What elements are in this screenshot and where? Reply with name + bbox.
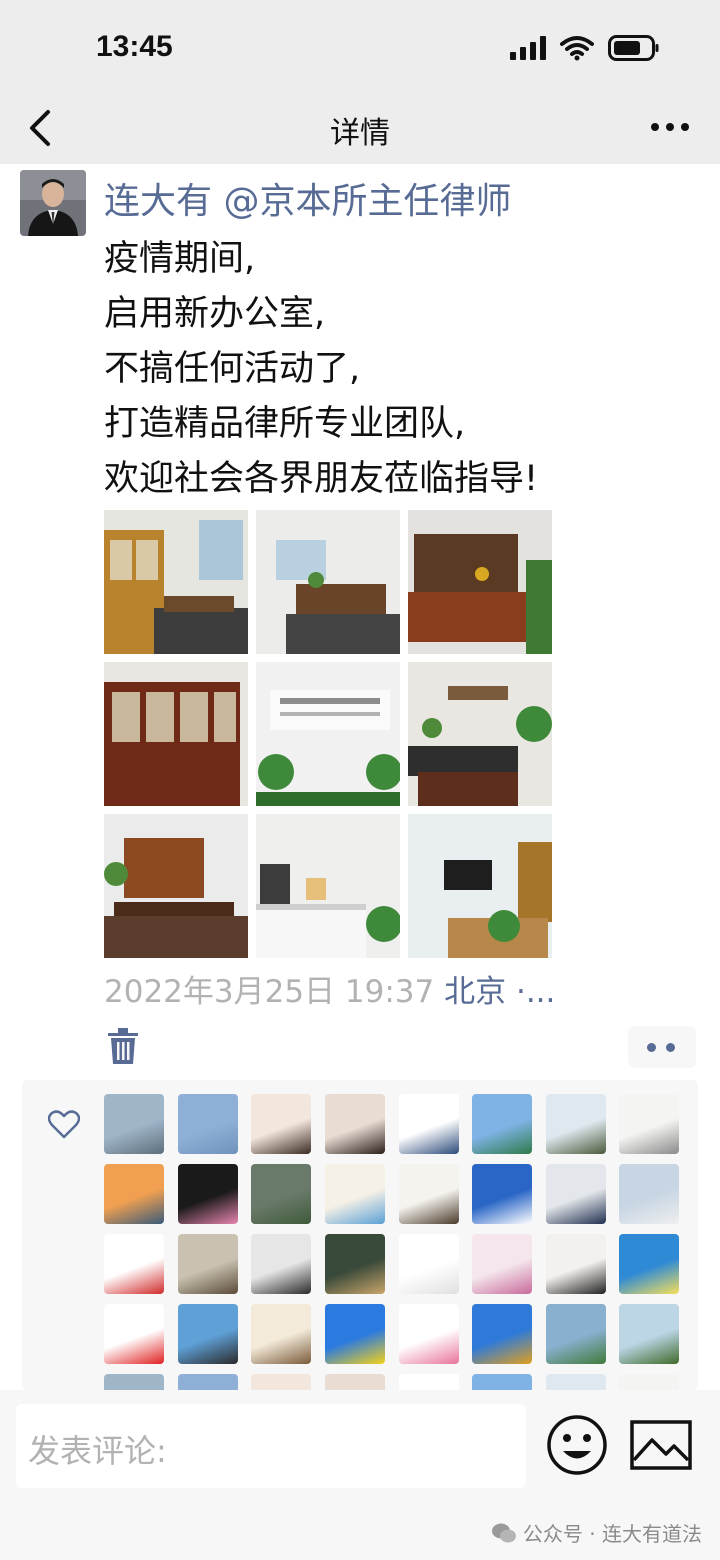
liker-avatar[interactable]	[546, 1234, 606, 1294]
liker-avatar[interactable]	[546, 1304, 606, 1364]
liker-avatar[interactable]	[472, 1304, 532, 1364]
trash-icon[interactable]	[108, 1028, 138, 1064]
liker-avatar[interactable]	[325, 1374, 385, 1390]
liker-avatar[interactable]	[325, 1094, 385, 1154]
post-line: 打造精品律所专业团队,	[104, 404, 466, 444]
post-text: 疫情期间, 启用新办公室, 不搞任何活动了, 打造精品律所专业团队, 欢迎社会各…	[104, 232, 704, 507]
post-location[interactable]: 北京 ·...	[444, 974, 555, 1010]
nav-bar: 详情	[0, 92, 720, 164]
liker-avatar[interactable]	[251, 1374, 311, 1390]
liker-avatar[interactable]	[546, 1164, 606, 1224]
liker-avatar[interactable]	[399, 1094, 459, 1154]
battery-icon	[608, 35, 659, 61]
more-actions-button[interactable]	[628, 1026, 696, 1068]
liker-avatar[interactable]	[325, 1304, 385, 1364]
liker-avatar[interactable]	[251, 1164, 311, 1224]
liker-avatar[interactable]	[104, 1094, 164, 1154]
photo-thumbnail[interactable]	[408, 662, 552, 806]
author-name[interactable]: 连大有 @京本所主任律师	[104, 172, 511, 224]
liker-avatar[interactable]	[399, 1234, 459, 1294]
status-icons	[510, 32, 660, 64]
liker-avatar[interactable]	[104, 1234, 164, 1294]
liker-avatar[interactable]	[178, 1094, 238, 1154]
liker-avatar[interactable]	[325, 1164, 385, 1224]
liker-avatar[interactable]	[619, 1374, 679, 1390]
post-timestamp: 2022年3月25日 19:37	[104, 974, 435, 1010]
image-icon[interactable]	[630, 1420, 692, 1470]
cellular-signal-icon	[510, 36, 546, 60]
liker-avatar[interactable]	[178, 1234, 238, 1294]
liker-avatar[interactable]	[546, 1094, 606, 1154]
liker-avatar[interactable]	[472, 1234, 532, 1294]
liker-avatar[interactable]	[178, 1304, 238, 1364]
photo-thumbnail[interactable]	[104, 662, 248, 806]
post-line: 疫情期间,	[104, 239, 256, 279]
liker-avatar[interactable]	[399, 1304, 459, 1364]
wifi-icon	[560, 36, 594, 61]
more-icon[interactable]	[650, 112, 690, 142]
photo-thumbnail[interactable]	[256, 510, 400, 654]
post-line: 不搞任何活动了,	[104, 349, 361, 389]
liker-avatar[interactable]	[619, 1234, 679, 1294]
liker-avatar[interactable]	[178, 1164, 238, 1224]
emoji-icon[interactable]	[546, 1414, 608, 1476]
liker-avatar[interactable]	[251, 1304, 311, 1364]
liker-avatar[interactable]	[619, 1164, 679, 1224]
photo-thumbnail[interactable]	[104, 510, 248, 654]
liker-avatar[interactable]	[104, 1374, 164, 1390]
liker-avatar[interactable]	[472, 1164, 532, 1224]
photo-thumbnail[interactable]	[256, 814, 400, 958]
liker-avatar[interactable]	[178, 1374, 238, 1390]
watermark: 公众号 · 连大有道法	[491, 1518, 702, 1547]
liker-avatar[interactable]	[399, 1164, 459, 1224]
liker-avatar[interactable]	[546, 1374, 606, 1390]
liker-avatar[interactable]	[104, 1164, 164, 1224]
liker-avatar[interactable]	[251, 1094, 311, 1154]
photo-thumbnail[interactable]	[408, 814, 552, 958]
status-time: 13:45	[96, 30, 173, 63]
liker-avatar[interactable]	[104, 1304, 164, 1364]
wechat-icon	[491, 1523, 516, 1542]
liker-avatar[interactable]	[399, 1374, 459, 1390]
page-title: 详情	[330, 116, 390, 151]
comment-placeholder: 发表评论:	[28, 1432, 167, 1470]
photo-grid	[104, 510, 552, 958]
liker-avatar[interactable]	[472, 1094, 532, 1154]
post-line: 欢迎社会各界朋友莅临指导!	[104, 459, 539, 499]
post-meta: 2022年3月25日 19:37 北京 ·...	[104, 966, 555, 1011]
photo-thumbnail[interactable]	[256, 662, 400, 806]
comment-input[interactable]: 发表评论:	[16, 1404, 526, 1488]
heart-icon	[48, 1110, 80, 1139]
liker-avatar[interactable]	[251, 1234, 311, 1294]
liker-avatar[interactable]	[325, 1234, 385, 1294]
liker-avatar[interactable]	[619, 1094, 679, 1154]
likes-panel	[22, 1080, 698, 1390]
liker-avatar[interactable]	[619, 1304, 679, 1364]
liker-avatar[interactable]	[472, 1374, 532, 1390]
status-bar: 13:45	[0, 0, 720, 92]
photo-thumbnail[interactable]	[104, 814, 248, 958]
watermark-text: 公众号 · 连大有道法	[522, 1522, 702, 1546]
author-avatar[interactable]	[20, 170, 86, 236]
photo-thumbnail[interactable]	[408, 510, 552, 654]
post-line: 启用新办公室,	[104, 294, 326, 334]
